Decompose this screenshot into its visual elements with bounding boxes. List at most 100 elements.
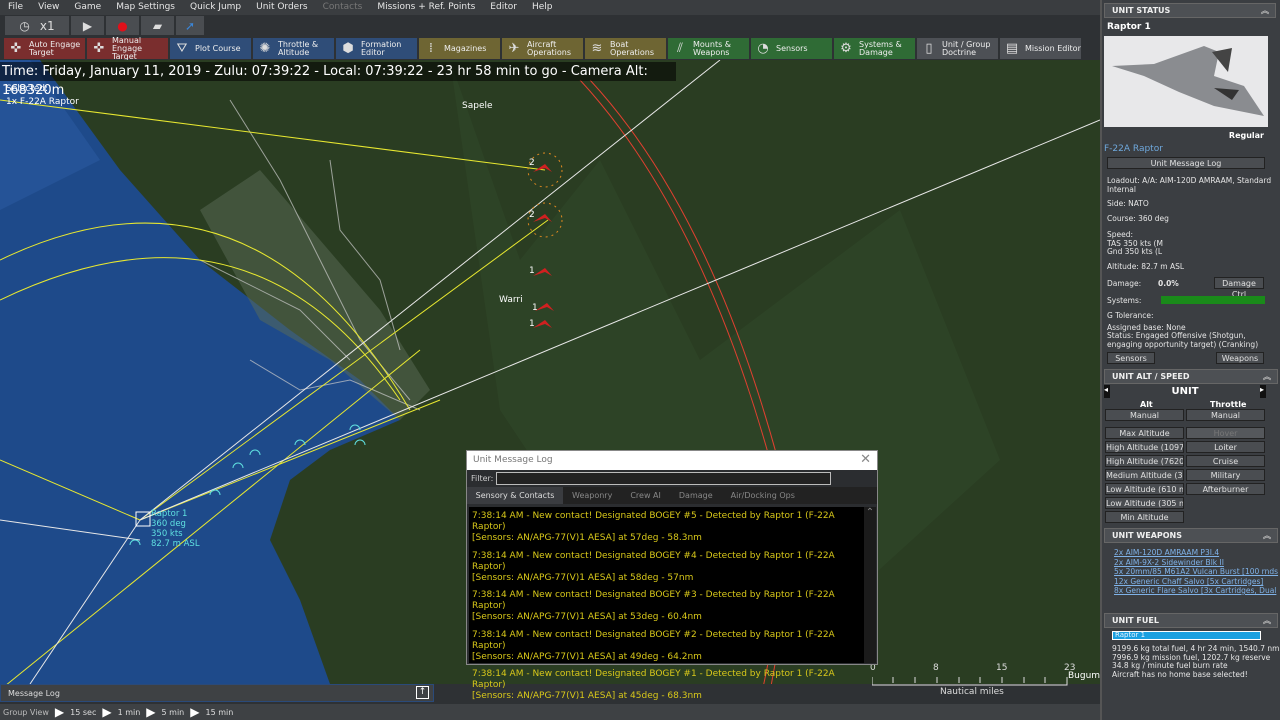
- throttle-icon: ✺: [259, 40, 271, 56]
- play-icon[interactable]: ▶: [102, 705, 111, 719]
- toolbar-button-magazines[interactable]: ⁞ Magazines: [419, 38, 500, 59]
- throttle-button[interactable]: Military: [1186, 469, 1265, 481]
- alt-button[interactable]: Manual: [1105, 409, 1184, 421]
- toolbar-button-formation-editor[interactable]: ⬢ Formation Editor: [336, 38, 417, 59]
- weapons-header[interactable]: UNIT WEAPONS ︽: [1104, 528, 1278, 543]
- terrain-view-button[interactable]: ▰: [141, 16, 174, 35]
- record-button[interactable]: ●: [106, 16, 139, 35]
- alt-button[interactable]: High Altitude (10973 m: [1105, 441, 1184, 453]
- toolbar-button-plot-course[interactable]: ⛛ Plot Course: [170, 38, 251, 59]
- contact-label: 1: [532, 303, 538, 313]
- damage-value: 0.0%: [1158, 279, 1179, 288]
- collapse-icon[interactable]: ︽: [1261, 5, 1269, 16]
- step-1min[interactable]: 1 min: [118, 708, 141, 717]
- toolbar-button-sensors[interactable]: ◔ Sensors: [751, 38, 832, 59]
- play-icon[interactable]: ▶: [55, 705, 64, 719]
- alt-button[interactable]: Min Altitude: [1105, 511, 1184, 523]
- unit-message-log-button[interactable]: Unit Message Log: [1107, 157, 1265, 169]
- mission-icon: ▤: [1005, 40, 1019, 56]
- aircraft-icon: ✈: [508, 40, 520, 56]
- unit-status-header[interactable]: UNIT STATUS ︽: [1104, 3, 1276, 18]
- weapon-link[interactable]: 12x Generic Chaff Salvo [5x Cartridges]: [1114, 577, 1278, 587]
- g-tolerance: G Tolerance:: [1107, 311, 1154, 320]
- tab-weaponry[interactable]: Weaponry: [563, 491, 621, 500]
- toolbar-button-boat-operations[interactable]: ≋ Boat Operations: [585, 38, 666, 59]
- collapse-icon[interactable]: ︽: [1263, 615, 1271, 626]
- menu-file[interactable]: File: [0, 0, 30, 15]
- alt-speed-header[interactable]: UNIT ALT / SPEED ︽: [1104, 369, 1278, 384]
- unit-name: Raptor 1: [1107, 22, 1151, 32]
- fuel-header[interactable]: UNIT FUEL ︽: [1104, 613, 1278, 628]
- unit-label-raptor-1[interactable]: Raptor 1 360 deg 350 kts 82.7 m ASL: [151, 509, 200, 549]
- step-15min[interactable]: 15 min: [205, 708, 233, 717]
- expand-up-icon[interactable]: ↑: [416, 686, 429, 699]
- toolbar-button-unit-group-doctrine[interactable]: ▯ Unit / Group Doctrine: [917, 38, 998, 59]
- weapons-button[interactable]: Weapons: [1216, 352, 1264, 364]
- fuel-unit-select[interactable]: Raptor 1: [1112, 631, 1261, 640]
- message-log-bar[interactable]: Message Log ↑: [0, 684, 434, 702]
- toolbar-button-throttle-altitude[interactable]: ✺ Throttle & Altitude: [253, 38, 334, 59]
- menu-view[interactable]: View: [30, 0, 66, 15]
- step-15sec[interactable]: 15 sec: [70, 708, 96, 717]
- step-5min[interactable]: 5 min: [162, 708, 185, 717]
- close-icon[interactable]: ✕: [860, 452, 871, 467]
- menu-contacts: Contacts: [322, 2, 363, 12]
- toolbar-button-manual-engage-target[interactable]: ✜ Manual Engage Target: [87, 36, 168, 60]
- menu-editor[interactable]: Editor: [482, 0, 524, 15]
- scale-label: Nautical miles: [940, 687, 1004, 697]
- weapon-link[interactable]: 8x Generic Flare Salvo [3x Cartridges, D…: [1114, 586, 1278, 596]
- course: Course: 360 deg: [1107, 214, 1169, 223]
- alt-button[interactable]: Max Altitude: [1105, 427, 1184, 439]
- jump-button[interactable]: ➚: [176, 16, 204, 35]
- dialog-title-bar[interactable]: Unit Message Log ✕: [467, 451, 877, 470]
- menu-help[interactable]: Help: [524, 0, 560, 15]
- collapse-icon[interactable]: ︽: [1263, 371, 1271, 382]
- alt-button[interactable]: Low Altitude (610 m): [1105, 483, 1184, 495]
- menu-game[interactable]: Game: [66, 0, 108, 15]
- throttle-button[interactable]: Afterburner: [1186, 483, 1265, 495]
- document-icon: ▯: [925, 40, 933, 56]
- alt-button[interactable]: Low Altitude (305 m): [1105, 497, 1184, 509]
- filter-label: Filter:: [471, 474, 494, 483]
- contact-label: 2: [529, 158, 535, 168]
- play-button[interactable]: ▶: [71, 16, 104, 35]
- toolbar-button-mounts-weapons[interactable]: ⫽ Mounts & Weapons: [668, 38, 749, 59]
- tab-air-docking-ops[interactable]: Air/Docking Ops: [722, 491, 804, 500]
- fuel-line: Aircraft has no home base selected!: [1112, 669, 1248, 679]
- tab-crew-ai[interactable]: Crew AI: [621, 491, 670, 500]
- collapse-icon[interactable]: ︽: [1263, 530, 1271, 541]
- menu-quick-jump[interactable]: Quick Jump: [182, 0, 248, 15]
- weapon-link[interactable]: 2x AIM-120D AMRAAM P3I.4: [1114, 548, 1278, 558]
- alt-button[interactable]: Medium Altitude (3658: [1105, 469, 1184, 481]
- weapons-icon: ⫽: [677, 40, 683, 56]
- sensors-button[interactable]: Sensors: [1107, 352, 1155, 364]
- toolbar-button-systems-damage[interactable]: ⚙ Systems & Damage: [834, 38, 915, 59]
- scrollbar[interactable]: ⌃: [864, 507, 876, 663]
- aircraft-image: [1104, 36, 1268, 127]
- throttle-button[interactable]: Loiter: [1186, 441, 1265, 453]
- group-view-label: Group View: [3, 707, 49, 717]
- menu-unit-orders[interactable]: Unit Orders: [248, 0, 314, 15]
- time-compression-button[interactable]: ◷ x1: [5, 16, 69, 35]
- weapon-link[interactable]: 2x AIM-9X-2 Sidewinder Blk II: [1114, 558, 1278, 568]
- throttle-button[interactable]: Cruise: [1186, 455, 1265, 467]
- tab-damage[interactable]: Damage: [670, 491, 722, 500]
- tab-sensory-contacts[interactable]: Sensory & Contacts: [467, 487, 563, 504]
- toolbar-button-mission-editor[interactable]: ▤ Mission Editor: [1000, 38, 1081, 59]
- filter-input[interactable]: [496, 472, 832, 485]
- log-message: 7:38:14 AM - New contact! Designated BOG…: [472, 669, 835, 701]
- menu-map-settings[interactable]: Map Settings: [108, 0, 182, 15]
- toolbar-button-aircraft-operations[interactable]: ✈ Aircraft Operations: [502, 38, 583, 59]
- contact-label: 1: [529, 319, 535, 329]
- menu-missions[interactable]: Missions + Ref. Points: [369, 0, 482, 15]
- play-icon[interactable]: ▶: [190, 705, 199, 719]
- damage-ctrl-button[interactable]: Damage Ctrl: [1214, 277, 1264, 299]
- throttle-button[interactable]: Manual: [1186, 409, 1265, 421]
- menu-bar: File View Game Map Settings Quick Jump U…: [0, 0, 1100, 15]
- weapon-link[interactable]: 5x 20mm/85 M61A2 Vulcan Burst [100 rnds: [1114, 567, 1278, 577]
- toolbar-button-auto-engage-target[interactable]: ✜ Auto Engage Target: [4, 38, 85, 59]
- play-icon[interactable]: ▶: [146, 705, 155, 719]
- unit-type-link[interactable]: F-22A Raptor: [1104, 144, 1163, 154]
- log-tabs: Sensory & Contacts Weaponry Crew AI Dama…: [467, 487, 877, 504]
- alt-button[interactable]: High Altitude (7620 m): [1105, 455, 1184, 467]
